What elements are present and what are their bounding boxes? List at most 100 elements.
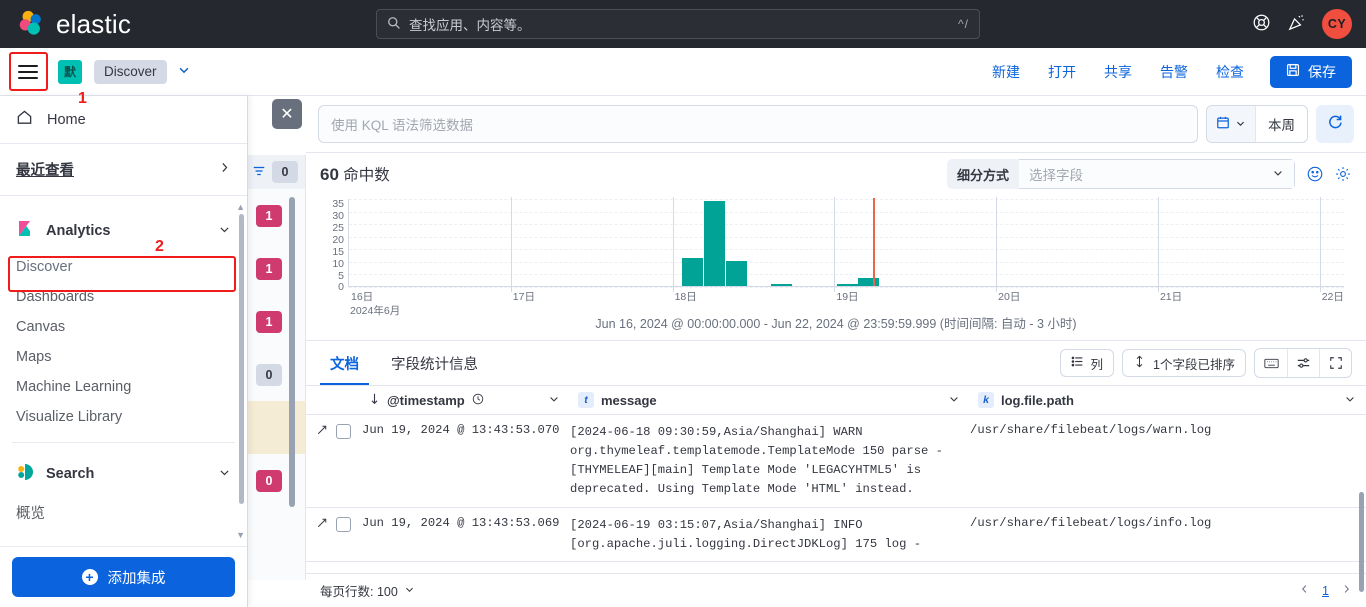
documents-tabs: 文档 字段统计信息 列 (306, 341, 1366, 385)
histogram-bar[interactable] (837, 284, 858, 287)
row-checkbox[interactable] (336, 517, 351, 532)
elastic-cluster-logo-icon (16, 8, 46, 41)
announcement-icon[interactable] (1287, 13, 1306, 35)
field-row[interactable]: 1 (248, 242, 305, 295)
nav-group-search[interactable]: Search (0, 453, 247, 495)
expand-row-icon[interactable] (316, 424, 328, 440)
visualization-edit-icon[interactable] (1306, 165, 1324, 183)
column-header-message[interactable]: t message (570, 386, 970, 414)
histogram-bar[interactable] (704, 201, 725, 286)
breadcrumb[interactable]: Discover (94, 60, 167, 84)
table-row[interactable]: Jun 19, 2024 @ 13:43:53.069 [2024-06-19 … (306, 508, 1366, 563)
histogram-bar[interactable] (682, 258, 703, 286)
field-count-badge: 0 (272, 161, 298, 183)
user-avatar[interactable]: CY (1322, 9, 1352, 39)
sort-fields-button[interactable]: 1个字段已排序 (1122, 349, 1246, 377)
elastic-wordmark: elastic (56, 9, 131, 40)
scroll-down-arrow-icon[interactable]: ▼ (236, 530, 245, 540)
refresh-button[interactable] (1316, 105, 1354, 143)
tab-documents[interactable]: 文档 (320, 341, 369, 385)
save-button[interactable]: 保存 (1270, 56, 1352, 88)
gridline-horizontal (349, 249, 1344, 250)
open-button[interactable]: 打开 (1034, 56, 1090, 88)
cell-log-file-path: /usr/share/filebeat/logs/info.log (970, 516, 1366, 554)
column-header-timestamp[interactable]: @timestamp (306, 386, 570, 414)
alerts-button[interactable]: 告警 (1146, 56, 1202, 88)
field-list-scrollbar[interactable] (289, 197, 295, 507)
share-button[interactable]: 共享 (1090, 56, 1146, 88)
sidebar-item-canvas[interactable]: Canvas (0, 312, 247, 342)
space-avatar[interactable]: 默 (58, 60, 82, 84)
nav-scrollbar[interactable] (239, 214, 244, 504)
columns-button[interactable]: 列 (1060, 349, 1115, 377)
row-checkbox[interactable] (336, 424, 351, 439)
table-scrollbar[interactable] (1359, 492, 1364, 592)
column-header-message-label: message (601, 393, 657, 408)
hit-count: 60 命中数 (320, 163, 390, 185)
breakdown-field-select[interactable]: 选择字段 (1019, 159, 1295, 189)
chevron-down-icon[interactable] (404, 584, 415, 598)
sidebar-item-machine-learning[interactable]: Machine Learning (0, 372, 247, 402)
sidebar-item-overview[interactable]: 概览 (0, 495, 247, 530)
nav-recently-viewed[interactable]: 最近查看 (0, 144, 247, 196)
histogram-plot-area[interactable] (348, 199, 1344, 287)
field-row[interactable]: 1 (248, 189, 305, 242)
histogram-chart[interactable]: 35 30 25 20 15 10 5 0 16日17日18日19日20日21日… (320, 199, 1352, 309)
global-search-input[interactable]: 查找应用、内容等。 ^/ (376, 9, 980, 39)
nav-item-home[interactable]: Home (0, 96, 247, 144)
column-header-logfilepath[interactable]: k log.file.path (970, 386, 1366, 414)
cell-message: [2024-06-19 03:15:07,Asia/Shanghai] INFO… (570, 516, 970, 554)
x-tick-label: 19日 (836, 289, 858, 304)
page-number[interactable]: 1 (1322, 584, 1329, 598)
histogram-bar[interactable] (726, 261, 747, 286)
sidebar-item-discover[interactable]: Discover (0, 252, 247, 282)
elastic-brand[interactable]: elastic (16, 8, 131, 41)
filter-icon[interactable] (252, 164, 266, 181)
histogram-bar[interactable] (858, 278, 879, 286)
hamburger-menu-button[interactable] (10, 54, 46, 90)
display-options-icon[interactable] (1287, 349, 1319, 377)
scroll-up-arrow-icon[interactable]: ▲ (236, 202, 245, 212)
sidebar-item-visualize-library[interactable]: Visualize Library (0, 402, 247, 432)
sidebar-item-maps[interactable]: Maps (0, 342, 247, 372)
new-button[interactable]: 新建 (978, 56, 1034, 88)
table-row[interactable]: Jun 19, 2024 @ 13:43:53.070 [2024-06-18 … (306, 415, 1366, 508)
chevron-left-icon[interactable] (1299, 583, 1310, 598)
gridline-horizontal (349, 287, 1344, 288)
chevron-down-icon[interactable] (548, 393, 560, 408)
date-range-label[interactable]: 本周 (1256, 114, 1307, 134)
field-row[interactable]: 0 (248, 454, 305, 507)
sidebar-item-dashboards[interactable]: Dashboards (0, 282, 247, 312)
inspect-button[interactable]: 检查 (1202, 56, 1258, 88)
app-chrome-bar: 默 Discover 新建 打开 共享 告警 检查 保存 (0, 48, 1366, 96)
chevron-down-icon (218, 223, 231, 240)
kql-query-input[interactable]: 使用 KQL 语法筛选数据 (318, 105, 1198, 143)
table-header-row: @timestamp t message (306, 385, 1366, 415)
chevron-down-icon[interactable] (948, 393, 960, 408)
field-row[interactable]: 0 (248, 348, 305, 401)
expand-row-icon[interactable] (316, 517, 328, 533)
field-row-highlighted[interactable] (248, 401, 305, 454)
gear-icon[interactable] (1334, 165, 1352, 183)
date-picker-calendar-button[interactable] (1207, 106, 1256, 142)
fullscreen-icon[interactable] (1319, 349, 1351, 377)
gridline-horizontal (349, 274, 1344, 275)
x-tick-label: 17日 (513, 289, 535, 304)
chevron-down-icon[interactable] (177, 63, 191, 80)
date-picker[interactable]: 本周 (1206, 105, 1308, 143)
rows-per-page-label[interactable]: 每页行数: 100 (320, 581, 398, 600)
tab-field-statistics[interactable]: 字段统计信息 (381, 341, 488, 385)
field-row[interactable]: 1 (248, 295, 305, 348)
keyboard-icon[interactable] (1255, 349, 1287, 377)
chart-annotation-line[interactable] (873, 198, 875, 286)
field-list-sidebar: 0 1 1 1 0 0 (248, 155, 306, 580)
close-x-icon[interactable]: ✕ (272, 99, 302, 129)
hit-count-label: 命中数 (343, 167, 390, 184)
chevron-right-icon[interactable] (1341, 583, 1352, 598)
chevron-down-icon[interactable] (1344, 393, 1356, 408)
add-integration-button[interactable]: + 添加集成 (12, 557, 235, 597)
breakdown-field-group[interactable]: 细分方式 选择字段 (946, 158, 1296, 190)
nav-group-analytics[interactable]: Analytics (0, 210, 247, 252)
lifebuoy-icon[interactable] (1252, 13, 1271, 35)
histogram-bar[interactable] (771, 284, 792, 287)
